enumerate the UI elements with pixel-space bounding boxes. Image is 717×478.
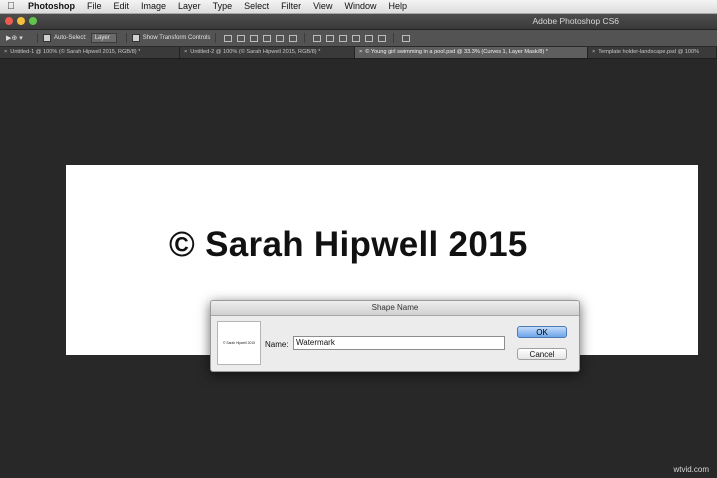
shape-name-input[interactable]: Watermark [293, 336, 505, 350]
tab-label: Untitled-1 @ 100% (© Sarah Hipwell 2015,… [10, 49, 141, 55]
show-transform-controls-checkbox[interactable] [131, 34, 140, 42]
divider [215, 33, 217, 43]
distribute-left-icon[interactable] [351, 34, 360, 42]
move-tool-icon[interactable]: ▶⊕ ▾ [6, 33, 32, 43]
auto-select-checkbox[interactable] [43, 34, 51, 42]
shape-name-dialog: Shape Name © Sarah Hipwell 2015 Name: Wa… [210, 300, 580, 372]
align-left-icon[interactable] [262, 34, 271, 42]
close-tab-icon[interactable]: × [184, 49, 187, 55]
options-bar: ▶⊕ ▾ Auto-Select: Layer Show Transform C… [0, 30, 717, 47]
menu-type[interactable]: Type [207, 0, 239, 13]
menu-image[interactable]: Image [135, 0, 172, 13]
minimize-window-button[interactable] [17, 17, 25, 25]
menu-view[interactable]: View [307, 0, 338, 13]
align-bottom-icon[interactable] [249, 34, 258, 42]
menu-window[interactable]: Window [338, 0, 382, 13]
distribute-bottom-icon[interactable] [338, 34, 347, 42]
show-transform-controls-label: Show Transform Controls [142, 35, 211, 41]
menu-help[interactable]: Help [382, 0, 413, 13]
tab-label: © Young girl swimming in a pool.psd @ 33… [365, 49, 548, 55]
menu-select[interactable]: Select [238, 0, 275, 13]
divider [37, 33, 38, 43]
align-top-icon[interactable] [223, 34, 232, 42]
ok-button[interactable]: OK [517, 326, 567, 338]
document-tabs: × Untitled-1 @ 100% (© Sarah Hipwell 2015… [0, 47, 717, 59]
divider [304, 33, 306, 43]
dialog-title: Shape Name [211, 301, 579, 316]
tab-untitled-2[interactable]: × Untitled-2 @ 100% (© Sarah Hipwell 2015… [180, 47, 355, 58]
cancel-button[interactable]: Cancel [517, 348, 567, 360]
menu-app-name[interactable]: Photoshop [22, 0, 81, 13]
menu-edit[interactable]: Edit [108, 0, 136, 13]
close-tab-icon[interactable]: × [4, 49, 7, 55]
window-title-bar: Adobe Photoshop CS6 [0, 14, 717, 30]
menu-file[interactable]: File [81, 0, 108, 13]
distribute-horizontal-center-icon[interactable] [364, 34, 373, 42]
tab-label: Template holder-landscape.psd @ 100% [598, 49, 700, 55]
distribute-vertical-center-icon[interactable] [325, 34, 334, 42]
zoom-window-button[interactable] [29, 17, 37, 25]
tab-template-holder[interactable]: × Template holder-landscape.psd @ 100% [588, 47, 717, 58]
tab-untitled-1[interactable]: × Untitled-1 @ 100% (© Sarah Hipwell 2015… [0, 47, 180, 58]
site-watermark: wtvid.com [673, 465, 709, 474]
close-tab-icon[interactable]: × [359, 49, 362, 55]
align-vertical-center-icon[interactable] [236, 34, 245, 42]
align-horizontal-center-icon[interactable] [275, 34, 284, 42]
name-label: Name: [265, 340, 289, 349]
menu-layer[interactable]: Layer [172, 0, 207, 13]
apple-icon[interactable]:  [0, 1, 22, 12]
auto-select-dropdown[interactable]: Layer [90, 33, 117, 43]
shape-preview-thumbnail: © Sarah Hipwell 2015 [217, 321, 261, 365]
auto-select-label: Auto-Select: [54, 35, 87, 41]
align-right-icon[interactable] [288, 34, 297, 42]
close-tab-icon[interactable]: × [592, 49, 595, 55]
tab-young-girl-swimming[interactable]: × © Young girl swimming in a pool.psd @ 3… [355, 47, 588, 58]
tab-label: Untitled-2 @ 100% (© Sarah Hipwell 2015,… [190, 49, 321, 55]
preview-text: © Sarah Hipwell 2015 [223, 341, 255, 345]
close-window-button[interactable] [5, 17, 13, 25]
auto-align-layers-icon[interactable] [401, 34, 410, 42]
divider [393, 33, 395, 43]
menu-bar:  Photoshop File Edit Image Layer Type S… [0, 0, 717, 14]
distribute-top-icon[interactable] [312, 34, 321, 42]
divider [125, 33, 127, 43]
menu-filter[interactable]: Filter [275, 0, 307, 13]
distribute-right-icon[interactable] [377, 34, 386, 42]
window-title: Adobe Photoshop CS6 [532, 16, 619, 26]
canvas-watermark-text: © Sarah Hipwell 2015 [169, 225, 528, 264]
